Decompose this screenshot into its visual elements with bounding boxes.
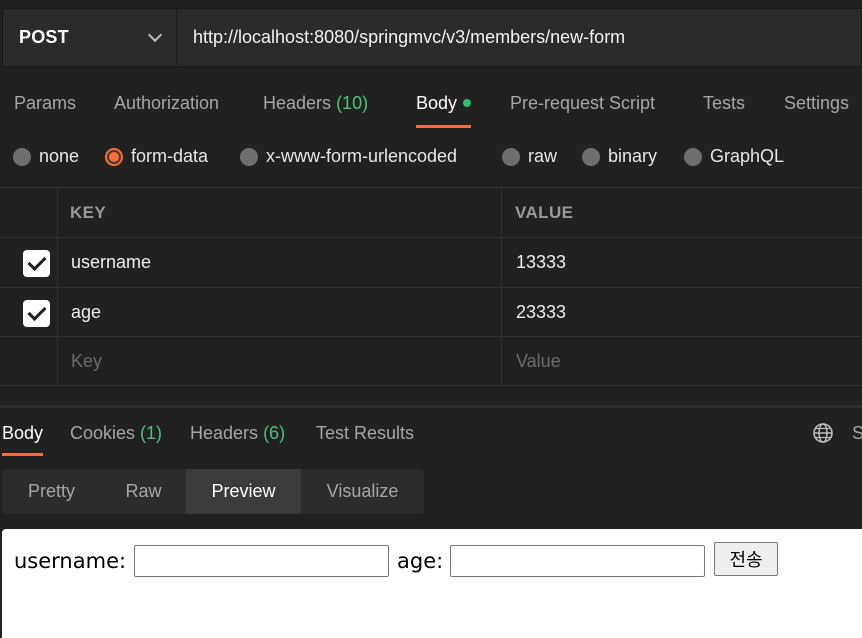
radio-circle — [502, 147, 520, 166]
tab-response-body[interactable]: Body — [2, 416, 44, 456]
radio-circle — [13, 147, 31, 166]
radio-x-www-form-urlencoded[interactable]: x-www-form-urlencoded — [240, 146, 457, 167]
form-data-table: KEY VALUE username 13333 age 23333 Key V… — [0, 187, 862, 386]
radio-circle — [684, 147, 702, 166]
tab-settings[interactable]: Settings — [784, 84, 849, 124]
response-tabs: Body Cookies (1) Headers (6) Test Result… — [0, 416, 862, 456]
response-preview: username: age: 전송 — [2, 529, 862, 638]
radio-circle-selected — [105, 147, 123, 166]
table-row: age 23333 — [0, 288, 862, 337]
column-header-key: KEY — [70, 203, 107, 222]
radio-circle — [240, 147, 258, 166]
username-field[interactable] — [134, 545, 389, 577]
response-view-switch: Pretty Raw Preview Visualize — [2, 469, 424, 514]
tab-tests[interactable]: Tests — [703, 84, 745, 124]
tab-params[interactable]: Params — [14, 84, 76, 124]
headers-count: (10) — [336, 93, 369, 113]
tab-response-headers[interactable]: Headers (6) — [190, 416, 285, 450]
radio-none[interactable]: none — [13, 146, 79, 167]
request-url-bar: POST http://localhost:8080/springmvc/v3/… — [2, 8, 862, 67]
view-raw[interactable]: Raw — [101, 469, 186, 514]
column-header-value: VALUE — [515, 203, 574, 222]
method-label: POST — [19, 27, 69, 47]
cookies-count: (1) — [140, 423, 163, 443]
tab-pre-request-script[interactable]: Pre-request Script — [510, 84, 655, 124]
table-row-empty: Key Value — [0, 337, 862, 386]
request-tabs: Params Authorization Headers (10) Body P… — [0, 84, 862, 128]
tab-test-results[interactable]: Test Results — [316, 416, 414, 450]
row-checkbox[interactable] — [23, 250, 50, 277]
table-header-row: KEY VALUE — [0, 187, 862, 238]
body-indicator-dot — [463, 98, 472, 107]
table-row: username 13333 — [0, 238, 862, 288]
radio-raw[interactable]: raw — [502, 146, 557, 167]
age-field[interactable] — [450, 545, 705, 577]
key-cell[interactable]: age — [58, 288, 501, 336]
radio-form-data[interactable]: form-data — [105, 146, 208, 167]
tab-body[interactable]: Body — [416, 84, 472, 128]
view-preview[interactable]: Preview — [186, 469, 301, 514]
radio-binary[interactable]: binary — [582, 146, 657, 167]
value-input[interactable]: Value — [503, 337, 862, 385]
tab-authorization[interactable]: Authorization — [114, 84, 219, 124]
view-pretty[interactable]: Pretty — [2, 469, 101, 514]
row-checkbox[interactable] — [23, 300, 50, 327]
value-cell[interactable]: 23333 — [503, 288, 862, 336]
pane-divider[interactable] — [0, 405, 862, 408]
view-visualize[interactable]: Visualize — [301, 469, 424, 514]
submit-button[interactable]: 전송 — [714, 542, 778, 576]
tab-cookies[interactable]: Cookies (1) — [70, 416, 162, 450]
globe-icon[interactable] — [812, 422, 834, 444]
key-cell[interactable]: username — [58, 238, 501, 286]
age-label: age: — [397, 549, 444, 573]
response-headers-count: (6) — [263, 423, 286, 443]
radio-circle — [582, 147, 600, 166]
url-input[interactable]: http://localhost:8080/springmvc/v3/membe… — [177, 27, 625, 48]
value-cell[interactable]: 13333 — [503, 238, 862, 286]
chevron-down-icon — [147, 27, 163, 43]
username-label: username: — [14, 549, 127, 573]
tab-headers[interactable]: Headers (10) — [263, 84, 368, 124]
method-dropdown[interactable]: POST — [3, 9, 177, 66]
body-type-options: none form-data x-www-form-urlencoded raw… — [0, 140, 862, 176]
response-status-truncated: S — [852, 423, 862, 443]
radio-graphql[interactable]: GraphQL — [684, 146, 784, 167]
key-input[interactable]: Key — [58, 337, 501, 385]
